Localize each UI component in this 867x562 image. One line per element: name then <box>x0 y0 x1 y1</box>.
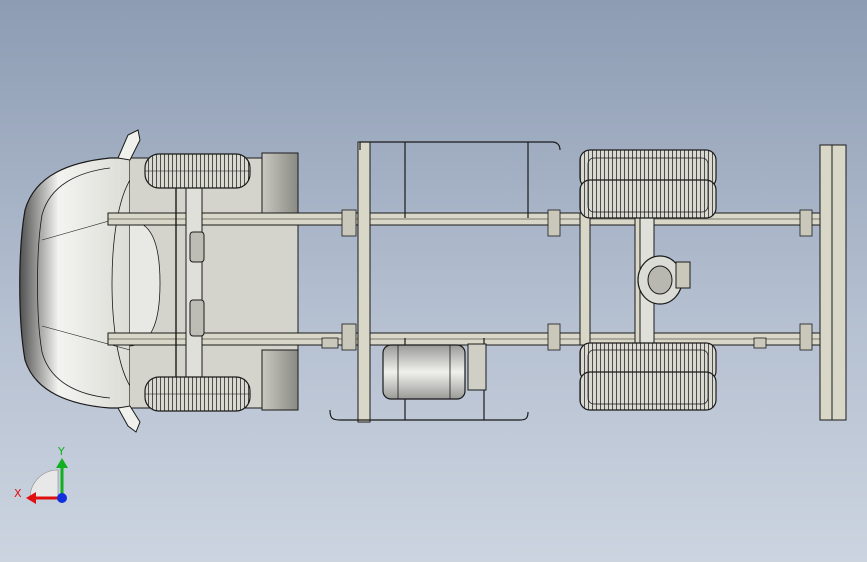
coordinate-triad[interactable]: Y X <box>14 445 68 504</box>
y-axis-arrowhead <box>56 458 68 468</box>
front-wheel-right <box>144 376 251 412</box>
cab <box>19 152 299 411</box>
mirror-left <box>117 129 141 161</box>
y-axis-label: Y <box>57 445 65 458</box>
fuel-tank <box>382 343 487 400</box>
mirror-right <box>117 405 141 433</box>
front-wheel-left <box>144 153 251 189</box>
cad-viewport[interactable]: Y X <box>0 0 867 562</box>
frame-brackets <box>321 209 813 351</box>
rear-wheel-left <box>579 149 717 219</box>
chassis-top-view-drawing: Y X <box>14 129 847 504</box>
z-axis-dot <box>57 493 67 503</box>
rear-wheel-right <box>579 342 717 411</box>
x-axis-label: X <box>14 487 22 500</box>
